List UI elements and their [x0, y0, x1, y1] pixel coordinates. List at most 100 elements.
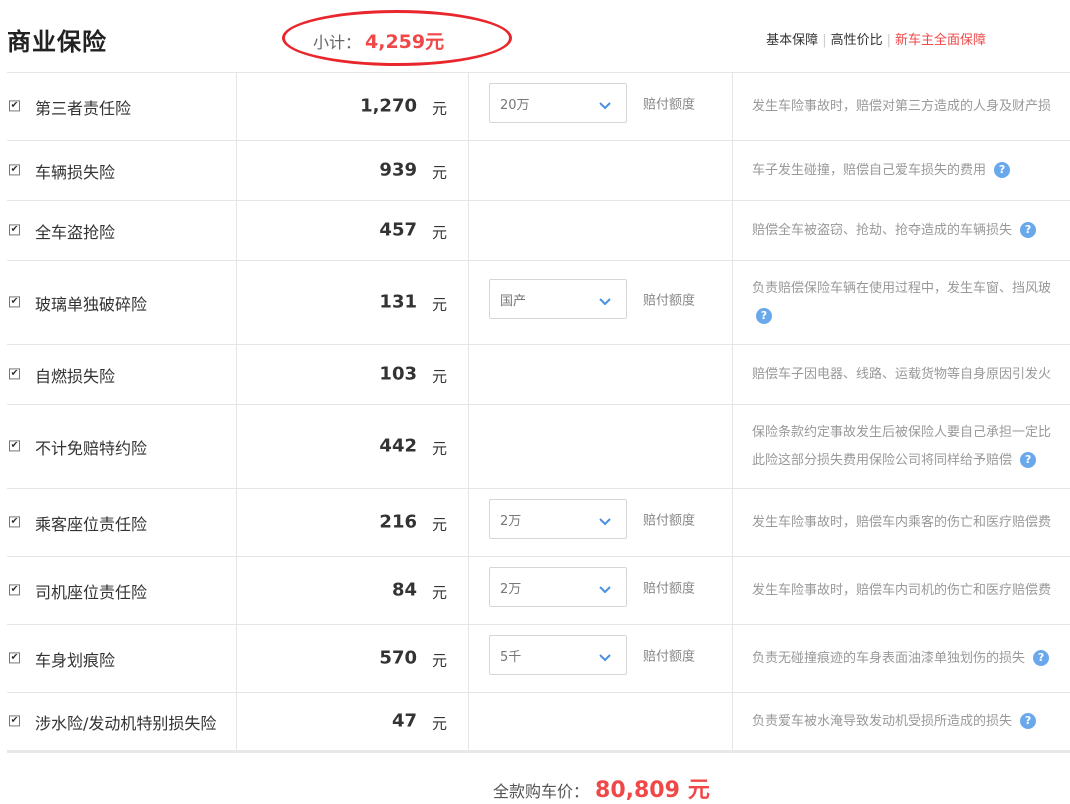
coverage-amount-select[interactable]: 5千	[489, 634, 627, 675]
help-icon[interactable]: ?	[756, 308, 772, 324]
total-unit: 元	[687, 778, 710, 803]
insurance-checkbox[interactable]: ✔	[9, 295, 20, 307]
total-value: 80,809	[595, 778, 680, 803]
description-text: 此险这部分损失费用保险公司将同样给予赔偿	[752, 452, 1013, 468]
price-unit: 元	[432, 99, 448, 118]
insurance-price: 131	[379, 290, 417, 312]
insurance-name: 司机座位责任险	[35, 582, 148, 602]
help-icon[interactable]: ?	[1020, 452, 1037, 468]
select-value: 2万	[500, 513, 522, 529]
insurance-checkbox[interactable]: ✔	[9, 651, 20, 663]
divider: |	[886, 33, 891, 48]
insurance-description: 发生车险事故时，赔偿车内司机的伤亡和医疗赔偿费	[752, 577, 1070, 605]
table-row: ✔ 涉水险/发动机特别损失险 47 元 负责爱车被水淹导致发动机受损所造成的损失?	[7, 693, 1070, 753]
insurance-checkbox[interactable]: ✔	[9, 223, 20, 235]
help-icon[interactable]: ?	[994, 162, 1011, 178]
column-divider	[236, 405, 237, 488]
description-text: 发生车险事故时，赔偿车内司机的伤亡和医疗赔偿费	[752, 582, 1052, 598]
description-line: 此险这部分损失费用保险公司将同样给予赔偿?	[752, 447, 1070, 475]
insurance-price: 216	[379, 510, 417, 532]
description-line: 发生车险事故时，赔偿对第三方造成的人身及财产损	[752, 93, 1070, 121]
insurance-description: 发生车险事故时，赔偿对第三方造成的人身及财产损	[752, 93, 1070, 121]
page-title: 商业保险	[7, 28, 107, 56]
column-divider	[732, 201, 733, 260]
price-unit: 元	[432, 515, 448, 534]
table-row: ✔ 车身划痕险 570 元 5千 赔付额度 负责无碰撞痕迹的车身表面油漆单独划伤的损失?	[7, 625, 1070, 693]
price-unit: 元	[432, 651, 448, 670]
column-divider	[732, 345, 733, 404]
column-divider	[236, 625, 237, 692]
help-icon[interactable]: ?	[1020, 713, 1037, 729]
subtotal-value: 4,259元	[365, 31, 445, 53]
column-divider	[236, 261, 237, 344]
insurance-checkbox[interactable]: ✔	[9, 99, 20, 111]
table-row: ✔ 自燃损失险 103 元 赔偿车子因电器、线路、运载货物等自身原因引发火	[7, 345, 1070, 405]
insurance-price: 939	[379, 158, 417, 180]
insurance-checkbox[interactable]: ✔	[9, 439, 20, 451]
insurance-checkbox[interactable]: ✔	[9, 367, 20, 379]
column-divider	[732, 405, 733, 488]
description-line: 负责无碰撞痕迹的车身表面油漆单独划伤的损失?	[752, 645, 1070, 673]
coverage-label: 赔付额度	[643, 648, 696, 664]
column-divider	[236, 345, 237, 404]
column-divider	[468, 201, 469, 260]
subtotal: 小计： 4,259元	[313, 27, 444, 54]
column-divider	[732, 625, 733, 692]
column-divider	[468, 261, 469, 344]
price-unit: 元	[432, 714, 448, 733]
column-divider	[732, 141, 733, 200]
coverage-amount-select[interactable]: 2万	[489, 498, 627, 539]
column-divider	[236, 693, 237, 750]
column-divider	[732, 73, 733, 140]
price-unit: 元	[432, 295, 448, 314]
help-icon[interactable]: ?	[1033, 650, 1050, 666]
insurance-name: 涉水险/发动机特别损失险	[35, 713, 217, 733]
chevron-down-icon	[598, 512, 612, 531]
column-divider	[236, 557, 237, 624]
select-value: 5千	[500, 649, 522, 665]
coverage-amount-select[interactable]: 国产	[489, 278, 627, 319]
chevron-down-icon	[598, 96, 612, 115]
description-line: 赔偿车子因电器、线路、运载货物等自身原因引发火	[752, 361, 1070, 389]
subtotal-label: 小计：	[313, 33, 362, 52]
column-divider	[468, 625, 469, 692]
insurance-name: 不计免赔特约险	[35, 438, 148, 458]
description-line: 车子发生碰撞，赔偿自己爱车损失的费用?	[752, 157, 1070, 185]
insurance-checkbox[interactable]: ✔	[9, 583, 20, 595]
plan-value-link[interactable]: 高性价比	[831, 33, 883, 48]
insurance-checkbox[interactable]: ✔	[9, 163, 20, 175]
price-unit: 元	[432, 439, 448, 458]
coverage-amount-select[interactable]: 2万	[489, 566, 627, 607]
description-text: 车子发生碰撞，赔偿自己爱车损失的费用	[752, 162, 987, 178]
chevron-down-icon	[598, 580, 612, 599]
insurance-description: 保险条款约定事故发生后被保险人要自己承担一定比 此险这部分损失费用保险公司将同样给…	[752, 419, 1070, 475]
table-row: ✔ 第三者责任险 1,270 元 20万 赔付额度 发生车险事故时，赔偿对第三方造成的人身及…	[7, 73, 1070, 141]
insurance-name: 自燃损失险	[35, 366, 116, 386]
coverage-label: 赔付额度	[643, 512, 696, 528]
column-divider	[236, 73, 237, 140]
plan-basic-link[interactable]: 基本保障	[766, 33, 818, 48]
plan-full-link[interactable]: 新车主全面保障	[895, 33, 986, 48]
insurance-price: 570	[379, 646, 417, 668]
insurance-price: 457	[379, 218, 417, 240]
insurance-name: 玻璃单独破碎险	[35, 294, 148, 314]
coverage-label: 赔付额度	[643, 580, 696, 596]
insurance-checkbox[interactable]: ✔	[9, 714, 20, 726]
price-unit: 元	[432, 583, 448, 602]
price-unit: 元	[432, 367, 448, 386]
insurance-price: 84	[391, 578, 417, 600]
insurance-description: 发生车险事故时，赔偿车内乘客的伤亡和医疗赔偿费	[752, 509, 1070, 537]
insurance-checkbox[interactable]: ✔	[9, 515, 20, 527]
insurance-price: 103	[379, 362, 417, 384]
help-icon[interactable]: ?	[1020, 222, 1037, 238]
table-row: ✔ 车辆损失险 939 元 车子发生碰撞，赔偿自己爱车损失的费用?	[7, 141, 1070, 201]
insurance-table: ✔ 第三者责任险 1,270 元 20万 赔付额度 发生车险事故时，赔偿对第三方造成的人身及…	[7, 72, 1070, 753]
description-line: 保险条款约定事故发生后被保险人要自己承担一定比	[752, 419, 1070, 447]
column-divider	[468, 405, 469, 488]
table-row: ✔ 司机座位责任险 84 元 2万 赔付额度 发生车险事故时，赔偿车内司机的伤亡和医疗赔偿费	[7, 557, 1070, 625]
select-value: 国产	[500, 293, 527, 309]
total-label: 全款购车价：	[493, 782, 590, 801]
description-text: 负责赔偿保险车辆在使用过程中，发生车窗、挡风玻	[752, 280, 1052, 296]
insurance-name: 车辆损失险	[35, 162, 116, 182]
coverage-amount-select[interactable]: 20万	[489, 82, 627, 123]
